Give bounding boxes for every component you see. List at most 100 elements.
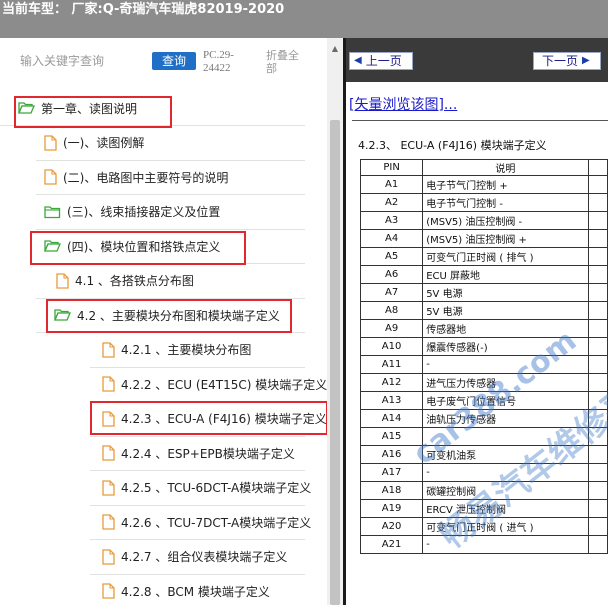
pin-cell: A12 (359, 373, 424, 392)
extra-cell (587, 409, 608, 428)
pin-cell: A17 (359, 463, 424, 482)
vector-view-link[interactable]: [矢量浏览该图]... (349, 94, 457, 114)
tree-node-label: 4.2.4 、ESP+EPB模块端子定义 (121, 446, 295, 461)
table-row: A6 ECU 屏蔽地 (359, 265, 608, 284)
extra-cell (587, 463, 608, 482)
pin-cell: A1 (359, 175, 424, 194)
tree-node[interactable]: 4.2.5 、TCU-6DCT-A模块端子定义 (102, 478, 311, 498)
search-input[interactable] (20, 50, 140, 72)
scroll-thumb[interactable] (330, 120, 340, 605)
description-cell: ECU 屏蔽地 (422, 265, 589, 284)
pin-cell: A16 (359, 445, 424, 464)
table-row: A5 可变气门正时阀 ( 排气 ) (359, 247, 608, 266)
tree-node[interactable]: 4.2.2 、ECU (E4T15C) 模块端子定义 (102, 374, 327, 394)
title-bar: 当前车型： 厂家:Q-奇瑞汽车瑞虎82019-2020 (0, 0, 608, 38)
tree-node-label: 4.2.1 、主要模块分布图 (121, 343, 252, 357)
pin-cell: A21 (359, 535, 424, 554)
description-cell: (MSV5) 油压控制阀 + (422, 229, 589, 248)
arrow-left-icon: ◀ (354, 55, 362, 66)
table-row: A3 (MSV5) 油压控制阀 - (359, 211, 608, 230)
tree-node[interactable]: (一)、读图例解 (44, 133, 144, 153)
table-row: A13 电子废气门位置信号 (359, 391, 608, 410)
document-icon (102, 514, 115, 530)
extra-cell (587, 301, 608, 320)
table-row: A9 传感器地 (359, 319, 608, 338)
pin-cell: A6 (359, 265, 424, 284)
table-row: A11- (359, 355, 608, 374)
tree-node-label: 4.2.6 、TCU-7DCT-A模块端子定义 (121, 515, 312, 530)
highlight-box (14, 96, 172, 128)
tree-separator (90, 539, 305, 540)
highlight-box (46, 299, 292, 333)
table-row: A21- (359, 535, 608, 554)
pin-cell: A11 (359, 355, 424, 374)
pin-cell: A9 (359, 319, 424, 338)
highlight-box (90, 401, 328, 435)
tree-node[interactable]: 4.2.4 、ESP+EPB模块端子定义 (102, 443, 295, 463)
description-cell: 电子节气门控制 + (422, 175, 589, 194)
description-cell: - (422, 535, 589, 554)
divider (352, 120, 608, 121)
description-cell: 碳罐控制阀 (422, 481, 589, 500)
table-row: A2 电子节气门控制 - (359, 193, 608, 212)
scroll-up-arrow-icon[interactable]: ▲ (327, 42, 343, 56)
pin-cell: A4 (359, 229, 424, 248)
table-row: A14 油轨压力传感器 (359, 409, 608, 428)
column-header-pin: PIN (359, 159, 424, 176)
pin-cell: A7 (359, 283, 424, 302)
tree-node[interactable]: 4.2.6 、TCU-7DCT-A模块端子定义 (102, 512, 311, 532)
search-bar: 查询 PC.29-24422 折叠全部 (0, 38, 343, 82)
document-icon (102, 341, 115, 358)
collapse-all-button[interactable]: 折叠全部 (266, 49, 306, 75)
query-button[interactable]: 查询 (152, 52, 196, 70)
tree-scrollbar[interactable]: ▲ (327, 38, 343, 605)
document-icon (102, 479, 115, 496)
tree-separator (36, 228, 305, 230)
tree-node[interactable]: 4.2.1 、主要模块分布图 (102, 340, 251, 360)
tree-node[interactable]: 4.2.8 、BCM 模块端子定义 (102, 581, 270, 601)
document-panel: ◀ 上一页 下一页 ▶ [矢量浏览该图]... 4.2.3、 ECU-A (F4… (343, 38, 608, 605)
pin-cell: A3 (359, 211, 424, 230)
chapter-tree: 第一章、读图说明 (一)、读图例解 (二)、电路图中主要符号的说明 (三)、线束插接器… (0, 82, 328, 605)
extra-cell (587, 193, 608, 212)
extra-cell (587, 445, 608, 464)
column-header-description: 说明 (422, 159, 589, 176)
table-row: A10 爆震传感器(-) (359, 337, 608, 356)
table-header-row: PIN 说明 (359, 159, 608, 176)
table-row: A8 5V 电源 (359, 301, 608, 320)
description-cell: 5V 电源 (422, 301, 589, 320)
tree-node[interactable]: 4.2.7 、组合仪表模块端子定义 (102, 547, 287, 567)
tree-separator (90, 435, 305, 437)
tree-node[interactable]: 4.1 、各搭铁点分布图 (56, 271, 194, 291)
tree-node[interactable]: (二)、电路图中主要符号的说明 (44, 167, 228, 187)
table-row: A15 (359, 427, 608, 446)
arrow-right-icon: ▶ (582, 55, 590, 66)
table-row: A17- (359, 463, 608, 482)
pin-definition-table: PIN 说明 A1 电子节气门控制 + A2 电子节气门控制 - A3 (MSV5) 油压… (359, 159, 608, 554)
tree-separator (90, 366, 305, 368)
extra-cell (587, 535, 608, 554)
tree-node-label: 4.1 、各搭铁点分布图 (75, 274, 194, 288)
prev-page-button[interactable]: ◀ 上一页 (349, 52, 413, 70)
document-icon (102, 548, 115, 565)
description-cell: ERCV 泄压控制阀 (422, 499, 589, 518)
tree-node-label: 4.2.7 、组合仪表模块端子定义 (121, 550, 288, 564)
tree-node-label: (三)、线束插接器定义及位置 (67, 205, 221, 219)
tree-node[interactable]: (三)、线束插接器定义及位置 (44, 202, 220, 222)
tree-node-label: 4.2.2 、ECU (E4T15C) 模块端子定义 (121, 377, 328, 392)
extra-cell (587, 265, 608, 284)
tree-node-label: 4.2.5 、TCU-6DCT-A模块端子定义 (121, 481, 312, 495)
next-page-button[interactable]: 下一页 ▶ (533, 52, 601, 70)
extra-cell (587, 373, 608, 392)
table-row: A16 可变机油泵 (359, 445, 608, 464)
description-cell: - (422, 355, 589, 374)
table-row: A1 电子节气门控制 + (359, 175, 608, 194)
pin-cell: A13 (359, 391, 424, 410)
description-cell: 5V 电源 (422, 283, 589, 302)
extra-cell (587, 427, 608, 446)
document-icon (102, 445, 115, 461)
tree-separator (36, 194, 305, 195)
extra-cell (587, 283, 608, 302)
tree-separator (90, 504, 305, 506)
column-header-extra (587, 159, 608, 176)
